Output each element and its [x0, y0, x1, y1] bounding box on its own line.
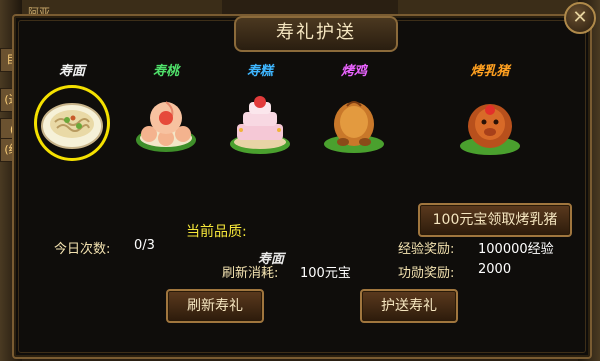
today-count-value: 0/3	[134, 238, 155, 253]
gift-item-label: 烤鸡	[340, 64, 367, 79]
buy-roast-pig-button[interactable]: 100元宝领取烤乳猪	[418, 203, 572, 237]
gift-item-cake[interactable]: 寿糕	[220, 62, 300, 158]
merit-reward-value: 2000	[478, 262, 512, 277]
exp-reward-value: 100000经验	[478, 242, 554, 257]
longevity-peach-icon	[136, 101, 196, 152]
quality-label: 当前品质:	[186, 224, 247, 240]
escort-gift-button[interactable]: 护送寿礼	[360, 289, 458, 323]
roast-pig-icon	[460, 104, 520, 155]
gift-escort-panel: 寿礼护送 寿面 寿桃 寿糕 烤鸡 烤乳猪 当前品质: 100元宝领取烤乳猪 今日…	[12, 14, 592, 359]
roast-chicken-icon	[324, 101, 384, 153]
exp-reward-label: 经验奖励:	[398, 242, 455, 257]
gift-item-label: 寿糕	[246, 64, 273, 79]
refresh-gift-button[interactable]: 刷新寿礼	[166, 289, 264, 323]
today-count-label: 今日次数:	[54, 242, 111, 257]
refresh-cost-label: 刷新消耗:	[222, 266, 279, 281]
window-title: 寿礼护送	[276, 22, 356, 43]
gift-item-label: 寿桃	[152, 64, 179, 79]
noodle-bowl-icon	[41, 103, 103, 149]
gift-item-label: 寿面	[58, 64, 85, 79]
window-title-bar: 寿礼护送	[234, 16, 398, 52]
merit-reward-label: 功勋奖励:	[398, 266, 455, 281]
gift-item-chicken[interactable]: 烤鸡	[314, 62, 394, 158]
close-icon[interactable]: ✕	[564, 2, 596, 34]
gift-item-label: 烤乳猪	[470, 64, 510, 79]
gift-item-peach[interactable]: 寿桃	[126, 62, 206, 158]
refresh-cost-value: 100元宝	[300, 266, 351, 281]
gift-item-noodles[interactable]: 寿面	[32, 62, 112, 158]
birthday-cake-icon	[230, 96, 290, 154]
gift-item-roast-pig[interactable]: 烤乳猪	[450, 62, 530, 158]
